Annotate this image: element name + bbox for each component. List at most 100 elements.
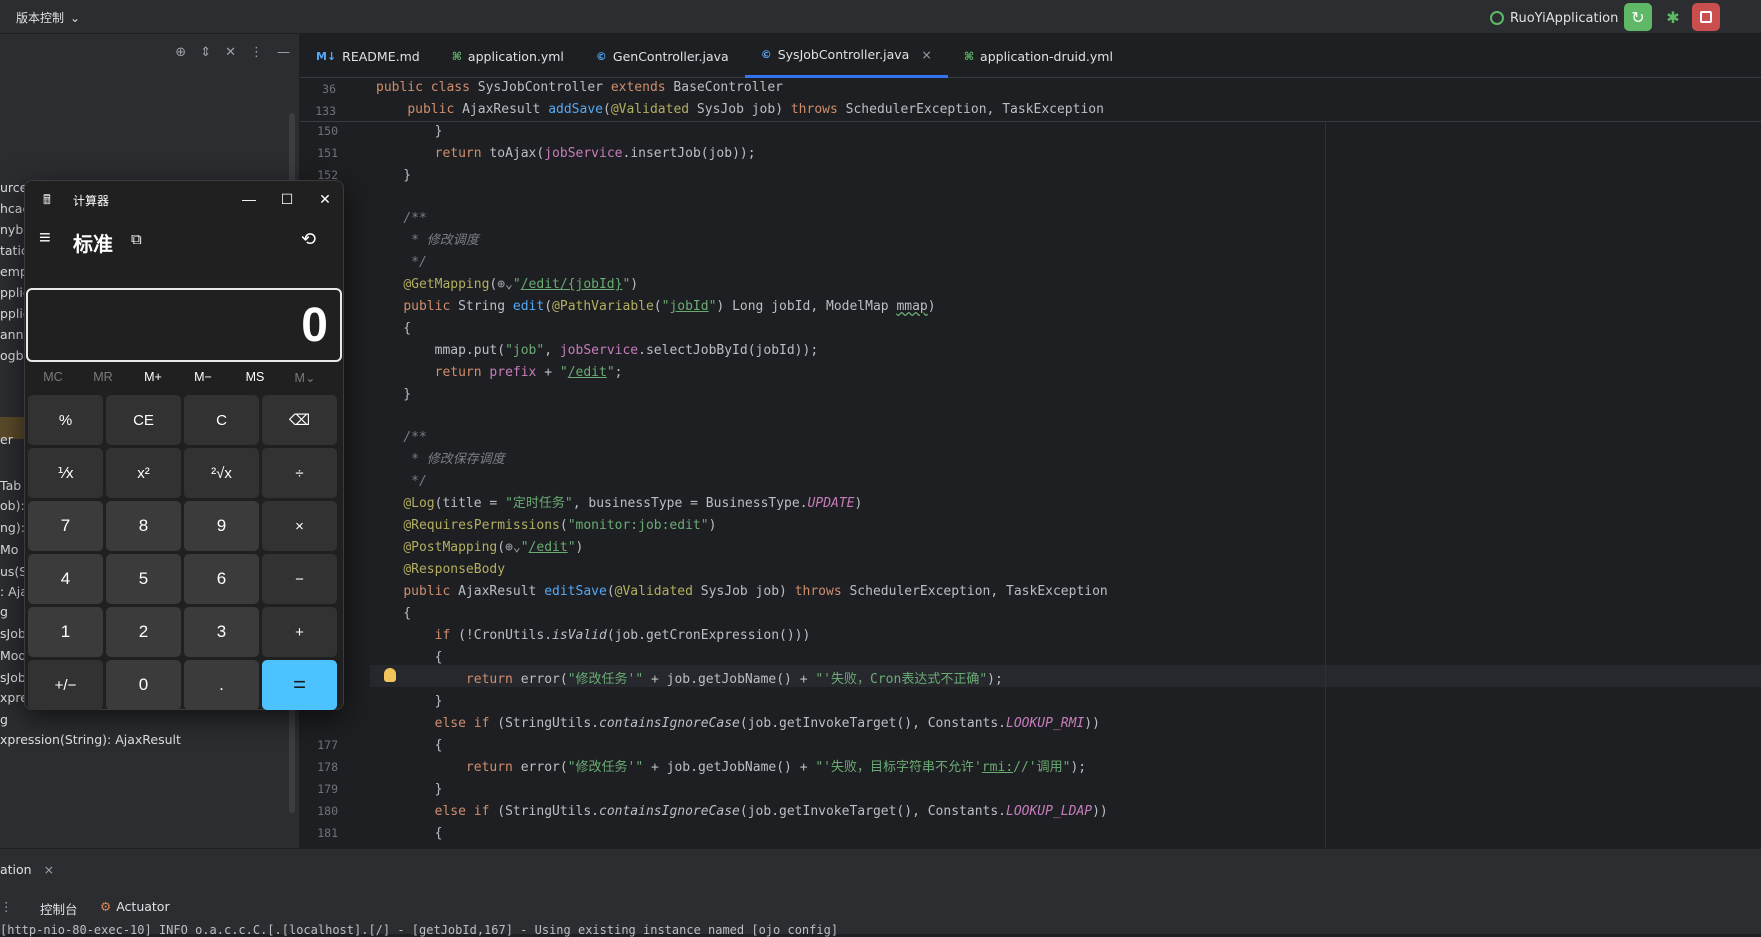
tab-label: GenController.java bbox=[612, 48, 729, 64]
display-value: 0 bbox=[301, 299, 328, 352]
code-line: { bbox=[372, 606, 412, 621]
multiply-button[interactable]: × bbox=[262, 501, 337, 551]
lightbulb-icon[interactable] bbox=[384, 668, 396, 682]
vcs-menu[interactable]: 版本控制 ⌄ bbox=[16, 9, 80, 26]
tree-item[interactable]: xpression(String): AjaxResult bbox=[0, 732, 181, 747]
line-number: 179 bbox=[317, 782, 338, 796]
code-line: { bbox=[372, 650, 443, 665]
decimal-button[interactable]: . bbox=[184, 660, 259, 710]
tab-label: application-druid.yml bbox=[980, 48, 1113, 64]
digit-2-button[interactable]: 2 bbox=[106, 607, 181, 657]
calculator-titlebar[interactable]: 🖩 计算器 — ☐ ✕ bbox=[25, 181, 343, 217]
calculator-title: 计算器 bbox=[73, 194, 110, 208]
maximize-icon: ☐ bbox=[280, 190, 294, 207]
memory-add-button[interactable]: M+ bbox=[127, 370, 179, 384]
digit-6-button[interactable]: 6 bbox=[184, 554, 259, 604]
memory-list-button[interactable]: M⌄ bbox=[279, 370, 331, 385]
tab-sysjobcontroller[interactable]: © SysJobController.java × bbox=[744, 34, 948, 78]
title-bar: 版本控制 ⌄ RuoYiApplication ⌄ ↻ ✱ bbox=[0, 0, 1761, 34]
actuator-tab[interactable]: ⚙ Actuator bbox=[100, 899, 170, 914]
close-button[interactable]: ✕ bbox=[307, 185, 343, 213]
tab-label: application.yml bbox=[467, 48, 564, 64]
more-icon[interactable]: ⋮ bbox=[0, 899, 13, 914]
close-icon[interactable]: × bbox=[44, 862, 54, 877]
code-line: * 修改保存调度 bbox=[403, 452, 505, 467]
memory-store-button[interactable]: MS bbox=[229, 370, 281, 384]
square-root-button[interactable]: ²√x bbox=[184, 448, 259, 498]
line-number: 150 bbox=[317, 124, 338, 138]
digit-3-button[interactable]: 3 bbox=[184, 607, 259, 657]
subtract-button[interactable]: − bbox=[262, 554, 337, 604]
debug-button[interactable]: ✱ bbox=[1659, 3, 1687, 31]
tab-label: README.md bbox=[342, 48, 420, 64]
digit-8-button[interactable]: 8 bbox=[106, 501, 181, 551]
console-tab[interactable]: 控制台 bbox=[40, 899, 78, 918]
square-button[interactable]: x² bbox=[106, 448, 181, 498]
expand-all-icon[interactable]: ⇕ bbox=[200, 45, 211, 60]
clear-button[interactable]: C bbox=[184, 395, 259, 445]
project-toolbar: ⊕ ⇕ ✕ ⋮ — bbox=[0, 34, 300, 70]
code-line: { bbox=[372, 321, 412, 336]
tree-item[interactable]: er bbox=[0, 432, 13, 447]
code-line: @RequiresPermissions("monitor:job:edit") bbox=[403, 518, 717, 533]
digit-4-button[interactable]: 4 bbox=[28, 554, 103, 604]
run-tab-label: ation bbox=[0, 862, 32, 877]
collapse-all-icon[interactable]: ✕ bbox=[225, 45, 236, 60]
tree-item[interactable]: ob): bbox=[0, 498, 25, 513]
sticky-line[interactable]: public AjaxResult addSave(@Validated Sys… bbox=[376, 100, 1104, 120]
calculator-display: 0 bbox=[26, 288, 342, 362]
more-icon[interactable]: ⋮ bbox=[250, 45, 263, 60]
digit-0-button[interactable]: 0 bbox=[106, 660, 181, 710]
digit-5-button[interactable]: 5 bbox=[106, 554, 181, 604]
tab-gencontroller[interactable]: © GenController.java bbox=[580, 34, 745, 78]
run-config-selector[interactable]: RuoYiApplication ⌄ bbox=[1490, 7, 1635, 29]
backspace-button[interactable]: ⌫ bbox=[262, 395, 337, 445]
rerun-button[interactable]: ↻ bbox=[1624, 3, 1652, 31]
locate-icon[interactable]: ⊕ bbox=[175, 45, 186, 60]
close-tab-icon[interactable]: × bbox=[921, 47, 931, 62]
tab-readme[interactable]: M↓ README.md bbox=[300, 34, 436, 78]
digit-9-button[interactable]: 9 bbox=[184, 501, 259, 551]
negate-button[interactable]: +/− bbox=[28, 660, 103, 710]
tree-item[interactable]: Mo bbox=[0, 542, 18, 557]
memory-recall-button[interactable]: MR bbox=[77, 370, 129, 384]
digit-7-button[interactable]: 7 bbox=[28, 501, 103, 551]
keep-on-top-icon[interactable]: ⧉ bbox=[131, 231, 142, 248]
stop-button[interactable] bbox=[1692, 3, 1720, 31]
minimize-icon[interactable]: — bbox=[277, 45, 290, 60]
percent-button[interactable]: % bbox=[28, 395, 103, 445]
code-line: } bbox=[372, 782, 443, 797]
divide-button[interactable]: ÷ bbox=[262, 448, 337, 498]
code-line: else if (StringUtils.containsIgnoreCase(… bbox=[434, 804, 1108, 819]
markdown-icon: M↓ bbox=[316, 49, 337, 63]
tree-item[interactable]: g bbox=[0, 712, 8, 727]
hamburger-menu-icon[interactable]: ≡ bbox=[39, 227, 51, 250]
minimize-button[interactable]: — bbox=[231, 185, 267, 213]
history-icon[interactable]: ⟲ bbox=[301, 229, 316, 250]
memory-subtract-button[interactable]: M− bbox=[177, 370, 229, 384]
run-tab[interactable]: ation × bbox=[0, 862, 54, 877]
code-line: { bbox=[372, 738, 443, 753]
line-number: 133 bbox=[315, 104, 336, 118]
tree-item[interactable]: g bbox=[0, 604, 8, 619]
yaml-icon: ⌘ bbox=[963, 49, 975, 63]
code-line: /** bbox=[403, 430, 427, 445]
line-number: 177 bbox=[317, 738, 338, 752]
digit-1-button[interactable]: 1 bbox=[28, 607, 103, 657]
tab-application-yml[interactable]: ⌘ application.yml bbox=[436, 34, 580, 78]
code-editor[interactable]: } return toAjax(jobService.insertJob(job… bbox=[372, 78, 1761, 848]
code-line: if (!CronUtils.isValid(job.getCronExpres… bbox=[434, 628, 811, 643]
clear-entry-button[interactable]: CE bbox=[106, 395, 181, 445]
code-line: */ bbox=[403, 474, 427, 489]
tree-item[interactable]: Tab bbox=[0, 478, 21, 493]
line-number: 151 bbox=[317, 146, 338, 160]
equals-button[interactable]: = bbox=[262, 660, 337, 710]
memory-clear-button[interactable]: MC bbox=[27, 370, 79, 384]
add-button[interactable]: + bbox=[262, 607, 337, 657]
maximize-button[interactable]: ☐ bbox=[269, 185, 305, 213]
reciprocal-button[interactable]: ⅟x bbox=[28, 448, 103, 498]
bug-icon: ✱ bbox=[1666, 7, 1680, 27]
tab-application-druid-yml[interactable]: ⌘ application-druid.yml bbox=[948, 34, 1129, 78]
sticky-line[interactable]: public class SysJobController extends Ba… bbox=[376, 78, 783, 98]
tree-item[interactable]: ng): bbox=[0, 520, 25, 535]
